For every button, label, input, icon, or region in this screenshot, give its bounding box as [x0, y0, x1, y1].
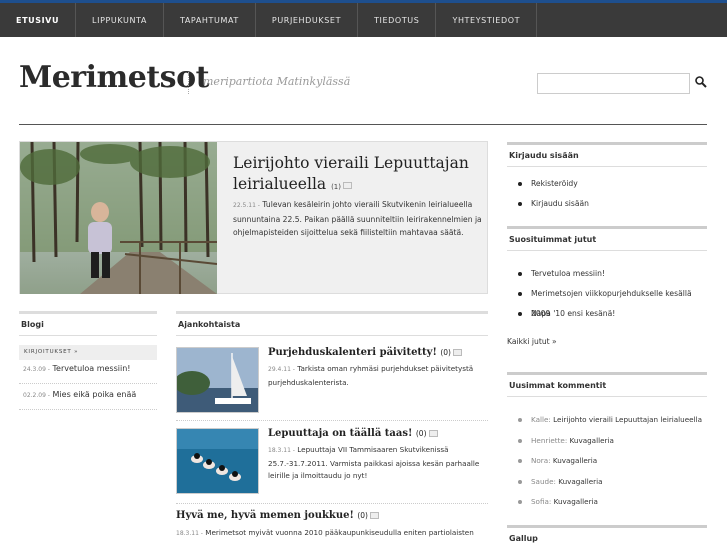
news-title-text[interactable]: Lepuuttaja on täällä taas!: [268, 428, 412, 439]
title-divider: [188, 72, 189, 94]
comment-item[interactable]: Saude: Kuvagalleria: [507, 472, 707, 493]
news-excerpt: 29.4.11 - Tarkista oman ryhmäsi purjehdu…: [268, 363, 483, 389]
comment-target[interactable]: Kuvagalleria: [570, 436, 614, 445]
featured-story-title[interactable]: Leirijohto vieraili Lepuuttajan leirialu…: [233, 153, 473, 198]
site-title[interactable]: Merimetsot: [19, 60, 209, 95]
comment-icon[interactable]: [369, 512, 379, 519]
news-heading: Ajankohtaista: [176, 311, 488, 336]
comment-target[interactable]: Kuvagalleria: [554, 497, 598, 506]
news-title[interactable]: Purjehduskalenteri päivitetty! (0): [268, 347, 462, 358]
blog-title[interactable]: Mies eikä poika enää: [53, 390, 137, 399]
news-excerpt: 18.3.11 - Lepuuttaja VII Tammisaaren Sku…: [268, 444, 483, 483]
comment-count[interactable]: (0): [357, 511, 368, 520]
comment-author: Sofia:: [531, 497, 552, 506]
news-thumbnail[interactable]: [176, 347, 259, 413]
news-text: Tarkista oman ryhmäsi purjehdukset päivi…: [268, 364, 474, 387]
comment-count[interactable]: (1): [331, 183, 341, 191]
news-thumbnail[interactable]: [176, 428, 259, 494]
blog-heading: Blogi: [19, 311, 157, 336]
comment-target[interactable]: Kuvagalleria: [553, 456, 597, 465]
news-date: 18.3.11 -: [268, 447, 295, 454]
news-text: Lepuuttaja VII Tammisaaren Skutvikenissä…: [268, 445, 480, 480]
comment-author: Saude:: [531, 476, 556, 486]
news-title[interactable]: Lepuuttaja on täällä taas! (0): [268, 428, 438, 439]
comment-target[interactable]: Kuvagalleria: [558, 477, 602, 486]
list-item[interactable]: 02.2.09 - Mies eikä poika enää: [19, 390, 157, 410]
comment-item[interactable]: Henriette: Kuvagalleria: [507, 431, 707, 452]
popular-heading: Suosituimmat jutut: [507, 226, 707, 251]
comment-item[interactable]: Nora: Kuvagalleria: [507, 451, 707, 472]
news-date: 18.3.11 -: [176, 530, 203, 537]
search-input[interactable]: [537, 73, 690, 94]
comment-target[interactable]: Leirijohto vieraili Lepuuttajan leirialu…: [553, 415, 702, 424]
comment-count[interactable]: (0): [416, 429, 427, 438]
blog-category-link[interactable]: KIRJOITUKSET »: [19, 345, 157, 360]
blog-date: 02.2.09 -: [23, 392, 50, 399]
popular-item[interactable]: Napa '10 ensi kesänä!: [507, 304, 707, 324]
popular-item[interactable]: Merimetsojen viikkopurjehdukselle kesäll…: [507, 284, 707, 318]
comment-icon[interactable]: [343, 181, 352, 189]
nav-item-lippukunta[interactable]: LIPPUKUNTA: [76, 3, 164, 37]
featured-story: Leirijohto vieraili Lepuuttajan leirialu…: [19, 141, 488, 294]
main-nav: ETUSIVU LIPPUKUNTA TAPAHTUMAT PURJEHDUKS…: [0, 0, 727, 37]
login-list: Rekisteröidy Kirjaudu sisään: [507, 174, 707, 214]
divider: [176, 420, 488, 421]
nav-item-etusivu[interactable]: ETUSIVU: [0, 3, 77, 37]
news-title[interactable]: Hyvä me, hyvä memen joukkue! (0): [176, 510, 379, 521]
news-text: Merimetsot myivät vuonna 2010 pääkaupunk…: [205, 528, 474, 537]
comment-icon[interactable]: [452, 349, 462, 356]
divider: [176, 503, 488, 504]
comment-author: Henriette:: [531, 435, 568, 445]
popular-item[interactable]: Tervetuloa messiin!: [507, 264, 707, 284]
news-excerpt: 18.3.11 - Merimetsot myivät vuonna 2010 …: [176, 527, 488, 541]
list-item[interactable]: 24.3.09 - Tervetuloa messiin!: [19, 364, 157, 384]
nav-item-yhteystiedot[interactable]: YHTEYSTIEDOT: [436, 3, 538, 37]
comment-author: Kalle:: [531, 415, 551, 424]
news-title-text[interactable]: Hyvä me, hyvä memen joukkue!: [176, 510, 354, 521]
popular-list: Tervetuloa messiin! Merimetsojen viikkop…: [507, 264, 707, 324]
comment-icon[interactable]: [428, 430, 438, 437]
comment-item[interactable]: Kalle: Leirijohto vieraili Lepuuttajan l…: [507, 410, 707, 431]
all-stories-link[interactable]: Kaikki jutut »: [507, 337, 557, 346]
register-link[interactable]: Rekisteröidy: [507, 174, 707, 194]
comment-author: Nora:: [531, 456, 551, 465]
blog-title[interactable]: Tervetuloa messiin!: [53, 364, 131, 373]
nav-item-purjehdukset[interactable]: PURJEHDUKSET: [256, 3, 359, 37]
news-title-text[interactable]: Purjehduskalenteri päivitetty!: [268, 347, 437, 358]
comment-count[interactable]: (0): [440, 348, 451, 357]
story-date: 22.5.11 -: [233, 202, 260, 209]
news-date: 29.4.11 -: [268, 366, 295, 373]
header-divider: [19, 124, 707, 125]
excerpt-text: Tulevan kesäleirin johto vieraili Skutvi…: [233, 200, 482, 237]
login-heading: Kirjaudu sisään: [507, 142, 707, 167]
site-tagline: meripartiota Matinkylässä: [203, 75, 351, 88]
nav-item-tiedotus[interactable]: TIEDOTUS: [358, 3, 437, 37]
login-link[interactable]: Kirjaudu sisään: [507, 194, 707, 214]
gallup-heading: Gallup: [507, 525, 707, 545]
blog-date: 24.3.09 -: [23, 366, 50, 373]
search-icon[interactable]: [694, 75, 708, 89]
recent-comments-list: Kalle: Leirijohto vieraili Lepuuttajan l…: [507, 410, 707, 513]
featured-story-image[interactable]: [20, 142, 217, 294]
featured-story-excerpt: 22.5.11 - Tulevan kesäleirin johto viera…: [233, 198, 483, 240]
comment-item[interactable]: Sofia: Kuvagalleria: [507, 492, 707, 513]
comments-heading: Uusimmat kommentit: [507, 372, 707, 397]
nav-item-tapahtumat[interactable]: TAPAHTUMAT: [164, 3, 256, 37]
